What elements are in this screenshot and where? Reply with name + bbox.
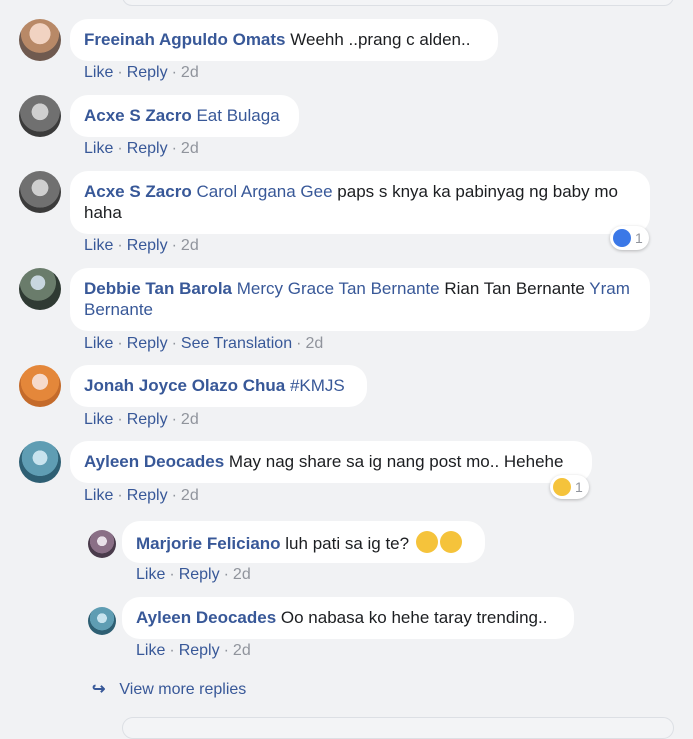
reaction-number: 1 (575, 479, 583, 495)
see-translation-link[interactable]: See Translation (181, 335, 292, 352)
comment-bubble: Debbie Tan Barola Mercy Grace Tan Bernan… (70, 268, 650, 331)
hashtag[interactable]: #KMJS (290, 376, 345, 395)
reaction-count[interactable]: 1 (610, 226, 649, 250)
reply-link[interactable]: Reply (179, 642, 220, 659)
reply-link[interactable]: Reply (127, 335, 168, 352)
comment-author[interactable]: Acxe S Zacro (84, 182, 192, 201)
avatar[interactable] (88, 607, 116, 635)
like-link[interactable]: Like (84, 140, 113, 157)
like-link[interactable]: Like (84, 487, 113, 504)
reply-link[interactable]: Reply (179, 566, 220, 583)
laughing-emoji-icon (415, 531, 438, 553)
reply-actions: Like · Reply · 2d (136, 642, 251, 659)
reply-actions: Like · Reply · 2d (136, 566, 251, 583)
reply-author[interactable]: Ayleen Deocades (136, 608, 276, 627)
comment-actions: Like · Reply · 2d (84, 487, 199, 504)
avatar[interactable] (88, 530, 116, 558)
avatar[interactable] (19, 171, 61, 213)
comment-text: May nag share sa ig nang post mo.. Heheh… (228, 452, 564, 471)
comment-bubble: Jonah Joyce Olazo Chua #KMJS (70, 365, 367, 407)
comment-text: Weehh ..prang c alden.. (290, 30, 471, 49)
comment-actions: Like · Reply · 2d (84, 411, 199, 428)
like-link[interactable]: Like (136, 566, 165, 583)
comment-author[interactable]: Freeinah Agpuldo Omats (84, 30, 286, 49)
comment-time[interactable]: 2d (181, 140, 199, 157)
comment-actions: Like · Reply · 2d (84, 237, 199, 254)
comment-time[interactable]: 2d (181, 411, 199, 428)
like-link[interactable]: Like (84, 411, 113, 428)
reply-text: Oo nabasa ko hehe taray trending.. (280, 608, 548, 627)
reaction-number: 1 (635, 230, 643, 246)
comment-time[interactable]: 2d (181, 64, 199, 81)
reply-input-remnant (122, 717, 674, 739)
comment-author[interactable]: Ayleen Deocades (84, 452, 224, 471)
comment-author[interactable]: Jonah Joyce Olazo Chua (84, 376, 285, 395)
comment-bubble: Acxe S Zacro Eat Bulaga (70, 95, 299, 137)
comment-actions: Like · Reply · 2d (84, 140, 199, 157)
comment-bubble: Ayleen Deocades May nag share sa ig nang… (70, 441, 592, 483)
haha-icon (553, 478, 571, 496)
reply-link[interactable]: Reply (127, 487, 168, 504)
previous-comment-input (122, 0, 674, 6)
reply-link[interactable]: Reply (127, 64, 168, 81)
like-link[interactable]: Like (136, 642, 165, 659)
like-link[interactable]: Like (84, 335, 113, 352)
avatar[interactable] (19, 365, 61, 407)
tagged-name[interactable]: Eat Bulaga (196, 106, 279, 125)
comment-actions: Like · Reply · See Translation · 2d (84, 335, 324, 352)
like-icon (613, 229, 631, 247)
laughing-emoji-icon (439, 531, 462, 553)
reply-text: luh pati sa ig te? (285, 534, 410, 553)
comment-time[interactable]: 2d (305, 335, 323, 352)
like-link[interactable]: Like (84, 64, 113, 81)
comment-time[interactable]: 2d (181, 487, 199, 504)
reply-link[interactable]: Reply (127, 411, 168, 428)
tagged-name[interactable]: Mercy Grace Tan Bernante (237, 279, 440, 298)
reply-arrow-icon: ↪ (92, 681, 106, 698)
avatar[interactable] (19, 268, 61, 310)
reply-time[interactable]: 2d (233, 566, 251, 583)
comment-bubble: Freeinah Agpuldo Omats Weehh ..prang c a… (70, 19, 498, 61)
comment-author[interactable]: Acxe S Zacro (84, 106, 192, 125)
reply-author[interactable]: Marjorie Feliciano (136, 534, 281, 553)
comment-author[interactable]: Debbie Tan Barola (84, 279, 232, 298)
comment-actions: Like · Reply · 2d (84, 64, 199, 81)
view-more-label: View more replies (119, 681, 247, 698)
reply-time[interactable]: 2d (233, 642, 251, 659)
reply-link[interactable]: Reply (127, 237, 168, 254)
avatar[interactable] (19, 19, 61, 61)
tagged-name[interactable]: Carol Argana Gee (196, 182, 332, 201)
view-more-replies-button[interactable]: ↪ View more replies (92, 679, 246, 699)
reaction-count[interactable]: 1 (550, 475, 589, 499)
like-link[interactable]: Like (84, 237, 113, 254)
reply-bubble: Marjorie Feliciano luh pati sa ig te? (122, 521, 485, 563)
avatar[interactable] (19, 95, 61, 137)
comment-bubble: Acxe S Zacro Carol Argana Gee paps s kny… (70, 171, 650, 234)
comment-time[interactable]: 2d (181, 237, 199, 254)
tagged-name[interactable]: Rian Tan Bernante (444, 279, 585, 298)
reply-bubble: Ayleen Deocades Oo nabasa ko hehe taray … (122, 597, 574, 639)
avatar[interactable] (19, 441, 61, 483)
reply-link[interactable]: Reply (127, 140, 168, 157)
